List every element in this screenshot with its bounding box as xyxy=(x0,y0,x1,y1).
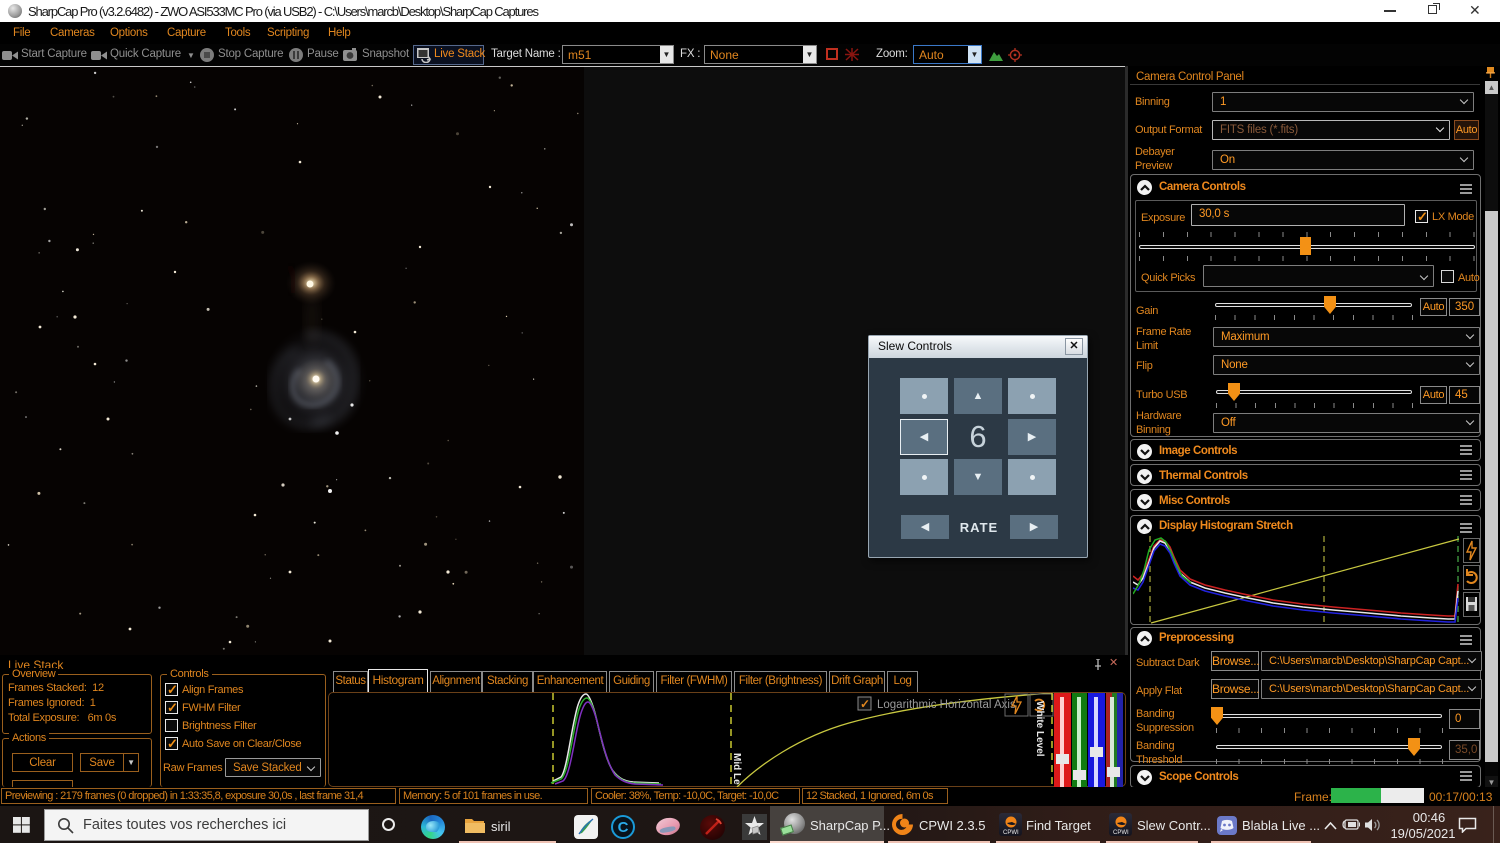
svg-text:Mid Le: Mid Le xyxy=(731,753,742,785)
svg-text:Logarithmic Horizontal Axis: Logarithmic Horizontal Axis xyxy=(877,699,1016,711)
svg-text:✓: ✓ xyxy=(860,697,870,711)
svg-text:CPWI: CPWI xyxy=(1113,830,1129,836)
svg-text:White Level: White Level xyxy=(1034,701,1045,757)
svg-text:CPWI: CPWI xyxy=(1003,830,1019,836)
